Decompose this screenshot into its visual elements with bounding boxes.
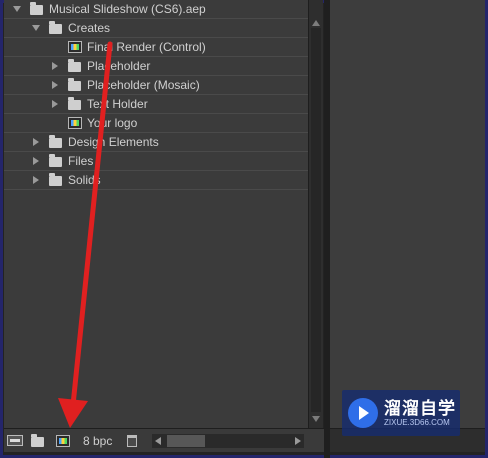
tree-row[interactable]: Your logo [4,114,308,133]
twirl-right-icon[interactable] [31,137,41,147]
scroll-right-icon[interactable] [295,436,302,445]
folder-icon [49,173,62,186]
scroll-thumb[interactable] [167,434,206,447]
new-composition-icon [55,434,70,447]
twirl-right-icon[interactable] [50,61,60,71]
tree-row[interactable]: Placeholder (Mosaic) [4,76,308,95]
tree-row-label: Placeholder [87,59,151,73]
project-bottom-bar: 8 bpc [4,428,324,452]
tree-row[interactable]: Placeholder [4,57,308,76]
twirl-right-icon[interactable] [31,175,41,185]
composition-icon [68,41,82,53]
watermark-title: 溜溜自学 [384,398,456,418]
scroll-up-icon[interactable] [312,20,320,26]
tree-row-label: Text Holder [87,97,148,111]
scroll-left-icon[interactable] [155,436,162,445]
tree-row-label: Musical Slideshow (CS6).aep [49,2,206,16]
project-vertical-scrollbar[interactable] [308,0,323,428]
interpret-footage-button[interactable] [4,431,26,451]
tree-row-label: Files [68,154,94,168]
twirl-right-icon[interactable] [31,156,41,166]
twirl-down-icon[interactable] [31,23,41,33]
tree-row[interactable]: Musical Slideshow (CS6).aep [4,0,308,19]
tree-row-label: Final Render (Control) [87,40,206,54]
folder-icon [49,154,62,167]
twirl-right-icon[interactable] [50,80,60,90]
tree-row-label: Placeholder (Mosaic) [87,78,200,92]
folder-icon [30,2,43,15]
tree-row[interactable]: Creates [4,19,308,38]
tree-row-label: Creates [68,21,111,35]
tree-row[interactable]: Solids [4,171,308,190]
trash-icon [127,434,138,447]
scroll-down-icon[interactable] [312,416,320,422]
watermark: 溜溜自学 ZIXUE.3D66.COM [342,390,460,436]
watermark-subtitle: ZIXUE.3D66.COM [384,417,450,427]
delete-button[interactable] [121,431,143,451]
folder-icon [68,59,81,72]
tree-row-label: Solids [68,173,101,187]
tree-row[interactable]: Final Render (Control) [4,38,308,57]
bit-depth-button[interactable]: 8 bpc [83,434,112,448]
viewer-panel [330,0,485,428]
new-folder-icon [30,433,44,447]
folder-icon [68,97,81,110]
new-folder-button[interactable] [29,431,51,451]
play-logo-icon [348,398,378,428]
project-horizontal-scrollbar[interactable] [152,433,305,448]
composition-icon [68,117,82,129]
tree-row-label: Design Elements [68,135,159,149]
twirl-down-icon[interactable] [12,4,22,14]
twirl-right-icon[interactable] [50,99,60,109]
tree-row[interactable]: Design Elements [4,133,308,152]
tree-row[interactable]: Text Holder [4,95,308,114]
folder-icon [49,21,62,34]
folder-icon [68,78,81,91]
tree-row-label: Your logo [87,116,138,130]
scroll-track[interactable] [311,28,321,412]
twirl-spacer [50,118,60,128]
folder-icon [49,135,62,148]
twirl-spacer [50,42,60,52]
project-panel: Musical Slideshow (CS6).aep Creates Final … [4,0,308,428]
tree-row[interactable]: Files [4,152,308,171]
interpret-footage-icon [7,435,23,446]
new-composition-button[interactable] [54,431,76,451]
